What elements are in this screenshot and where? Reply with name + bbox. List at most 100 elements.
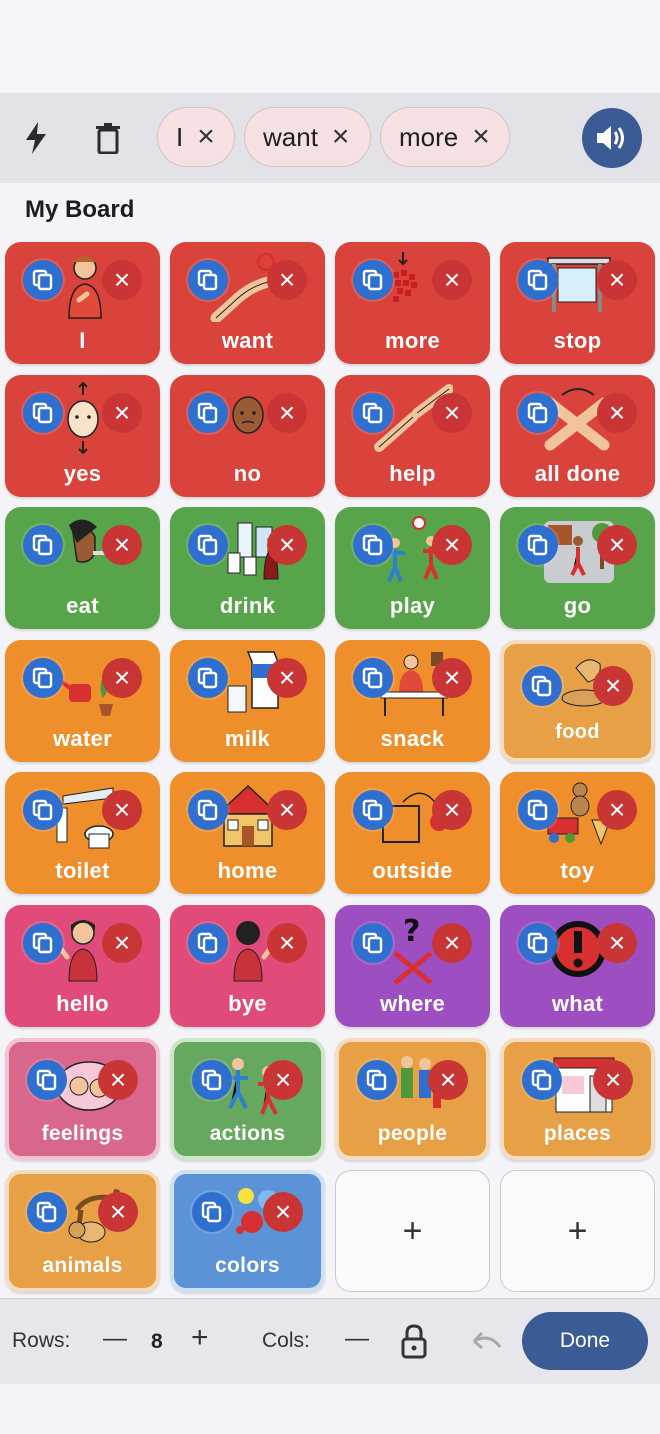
delete-tile-button[interactable]: × [597,260,637,300]
copy-tile-button[interactable] [353,393,393,433]
tile-bye[interactable]: × bye [170,905,325,1027]
delete-tile-button[interactable]: × [597,790,637,830]
copy-tile-button[interactable] [188,658,228,698]
copy-tile-button[interactable] [357,1060,397,1100]
copy-tile-button[interactable] [27,1060,67,1100]
copy-tile-button[interactable] [353,923,393,963]
delete-tile-button[interactable]: × [432,658,472,698]
delete-tile-button[interactable]: × [263,1060,303,1100]
tile-places[interactable]: × places [500,1038,655,1160]
add-tile-button[interactable]: + [335,1170,490,1292]
tile-colors[interactable]: × colors [170,1170,325,1292]
copy-tile-button[interactable] [353,260,393,300]
undo-button[interactable] [470,1329,504,1358]
tile-stop[interactable]: × stop [500,242,655,364]
copy-tile-button[interactable] [518,260,558,300]
delete-tile-button[interactable]: × [432,790,472,830]
delete-tile-button[interactable]: × [267,658,307,698]
delete-tile-button[interactable]: × [263,1192,303,1232]
delete-tile-button[interactable]: × [267,525,307,565]
copy-tile-button[interactable] [23,923,63,963]
tile-no[interactable]: × no [170,375,325,497]
copy-tile-button[interactable] [23,658,63,698]
delete-tile-button[interactable]: × [597,393,637,433]
delete-tile-button[interactable]: × [428,1060,468,1100]
tile-food[interactable]: × food [500,640,655,762]
delete-tile-button[interactable]: × [267,790,307,830]
tile-people[interactable]: × people [335,1038,490,1160]
copy-tile-button[interactable] [192,1192,232,1232]
delete-tile-button[interactable]: × [102,525,142,565]
delete-tile-button[interactable]: × [102,923,142,963]
copy-tile-button[interactable] [192,1060,232,1100]
tile-animals[interactable]: × animals [5,1170,160,1292]
copy-tile-button[interactable] [518,923,558,963]
delete-tile-button[interactable]: × [432,393,472,433]
delete-tile-button[interactable]: × [267,260,307,300]
tile-toilet[interactable]: × toilet [5,772,160,894]
tile-home[interactable]: × home [170,772,325,894]
tile-go[interactable]: × go [500,507,655,629]
tile-eat[interactable]: × eat [5,507,160,629]
delete-tile-button[interactable]: × [267,393,307,433]
board-grid: × I × want × more × stop × yes × no × he… [0,0,660,1300]
delete-tile-button[interactable]: × [593,666,633,706]
copy-tile-button[interactable] [27,1192,67,1232]
delete-tile-button[interactable]: × [432,923,472,963]
delete-tile-button[interactable]: × [98,1192,138,1232]
delete-tile-button[interactable]: × [597,525,637,565]
rows-decrease-button[interactable]: — [103,1327,127,1351]
delete-tile-button[interactable]: × [432,260,472,300]
cols-decrease-button[interactable]: — [345,1327,369,1351]
copy-tile-button[interactable] [518,393,558,433]
copy-tile-button[interactable] [522,666,562,706]
tile-hello[interactable]: × hello [5,905,160,1027]
tile-help[interactable]: × help [335,375,490,497]
tile-feelings[interactable]: × feelings [5,1038,160,1160]
copy-tile-button[interactable] [353,658,393,698]
tile-want[interactable]: × want [170,242,325,364]
delete-tile-button[interactable]: × [593,1060,633,1100]
tile-toy[interactable]: × toy [500,772,655,894]
tile-snack[interactable]: × snack [335,640,490,762]
copy-tile-button[interactable] [23,790,63,830]
copy-tile-button[interactable] [188,393,228,433]
copy-tile-button[interactable] [188,525,228,565]
delete-tile-button[interactable]: × [102,658,142,698]
tile-what[interactable]: × what [500,905,655,1027]
rows-increase-button[interactable]: + [191,1323,209,1353]
copy-tile-button[interactable] [23,525,63,565]
delete-tile-button[interactable]: × [102,790,142,830]
copy-tile-button[interactable] [518,790,558,830]
copy-tile-button[interactable] [188,790,228,830]
copy-tile-button[interactable] [188,923,228,963]
tile-outside[interactable]: × outside [335,772,490,894]
tile-play[interactable]: × play [335,507,490,629]
copy-tile-button[interactable] [353,790,393,830]
add-tile-button[interactable]: + [500,1170,655,1292]
lock-button[interactable] [400,1323,428,1364]
tile-where[interactable]: ? × where [335,905,490,1027]
done-button[interactable]: Done [522,1312,648,1370]
tile-milk[interactable]: × milk [170,640,325,762]
copy-tile-button[interactable] [23,260,63,300]
copy-tile-button[interactable] [522,1060,562,1100]
tile-yes[interactable]: × yes [5,375,160,497]
delete-tile-button[interactable]: × [102,393,142,433]
copy-tile-button[interactable] [23,393,63,433]
tile-drink[interactable]: × drink [170,507,325,629]
tile-more[interactable]: × more [335,242,490,364]
delete-tile-button[interactable]: × [267,923,307,963]
tile-water[interactable]: × water [5,640,160,762]
copy-tile-button[interactable] [518,525,558,565]
tile-label: drink [219,593,276,618]
tile-i[interactable]: × I [5,242,160,364]
delete-tile-button[interactable]: × [432,525,472,565]
delete-tile-button[interactable]: × [98,1060,138,1100]
delete-tile-button[interactable]: × [102,260,142,300]
copy-tile-button[interactable] [188,260,228,300]
copy-tile-button[interactable] [353,525,393,565]
tile-all-done[interactable]: × all done [500,375,655,497]
delete-tile-button[interactable]: × [597,923,637,963]
tile-actions[interactable]: × actions [170,1038,325,1160]
